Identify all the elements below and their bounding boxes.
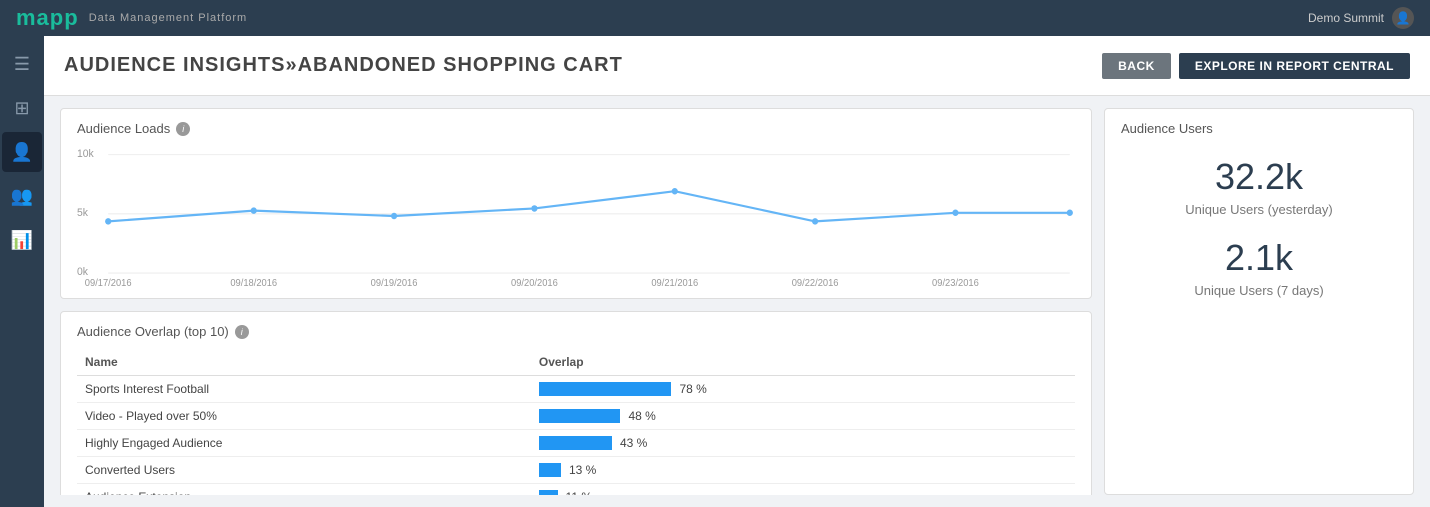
bar-fill xyxy=(539,436,612,450)
stat-block-yesterday: 32.2k Unique Users (yesterday) xyxy=(1121,156,1397,217)
page-title: AUDIENCE INSIGHTS»ABANDONED SHOPPING CAR… xyxy=(64,54,623,77)
platform-title: Data Management Platform xyxy=(89,12,248,24)
bar-label: 11 % xyxy=(566,490,592,495)
svg-text:0k: 0k xyxy=(77,266,89,278)
sidebar-item-menu[interactable]: ☰ xyxy=(2,44,42,84)
overlap-table: Name Overlap Sports Interest Football 78 … xyxy=(77,349,1075,495)
svg-text:09/18/2016: 09/18/2016 xyxy=(230,278,277,286)
overlap-row-bar: 13 % xyxy=(531,457,1075,484)
svg-text:5k: 5k xyxy=(77,207,89,219)
table-row: Sports Interest Football 78 % xyxy=(77,376,1075,403)
sidebar-item-reports[interactable]: 📊 xyxy=(2,220,42,260)
audience-loads-label: Audience Loads xyxy=(77,121,170,136)
bar-label: 48 % xyxy=(628,409,655,423)
overlap-row-bar: 78 % xyxy=(531,376,1075,403)
sidebar: ☰ ⊞ 👤 👥 📊 xyxy=(0,36,44,507)
audience-overlap-title: Audience Overlap (top 10) i xyxy=(77,324,1075,339)
stat-block-7days: 2.1k Unique Users (7 days) xyxy=(1121,237,1397,298)
main-content: AUDIENCE INSIGHTS»ABANDONED SHOPPING CAR… xyxy=(44,36,1430,507)
svg-text:09/22/2016: 09/22/2016 xyxy=(792,278,839,286)
overlap-row-name: Sports Interest Football xyxy=(77,376,531,403)
audience-loads-title: Audience Loads i xyxy=(77,121,1075,136)
bar-fill xyxy=(539,490,558,495)
loads-chart: 10k 5k 0k xyxy=(77,146,1075,286)
table-row: Video - Played over 50% 48 % xyxy=(77,403,1075,430)
svg-text:09/20/2016: 09/20/2016 xyxy=(511,278,558,286)
stat-number-yesterday: 32.2k xyxy=(1121,156,1397,198)
svg-text:09/21/2016: 09/21/2016 xyxy=(651,278,698,286)
user-icon[interactable]: 👤 xyxy=(1392,7,1414,29)
overlap-row-name: Audience Extension xyxy=(77,484,531,496)
bar-fill xyxy=(539,382,672,396)
info-icon-overlap[interactable]: i xyxy=(235,325,249,339)
overlap-row-bar: 11 % xyxy=(531,484,1075,496)
audience-overlap-card: Audience Overlap (top 10) i Name Overlap… xyxy=(60,311,1092,495)
logo: mapp xyxy=(16,5,79,31)
page-header: AUDIENCE INSIGHTS»ABANDONED SHOPPING CAR… xyxy=(44,36,1430,96)
stat-label-7days: Unique Users (7 days) xyxy=(1121,283,1397,298)
chart-container: 10k 5k 0k xyxy=(77,146,1075,286)
svg-text:09/19/2016: 09/19/2016 xyxy=(371,278,418,286)
audience-loads-card: Audience Loads i 10k 5k 0k xyxy=(60,108,1092,299)
overlap-row-name: Highly Engaged Audience xyxy=(77,430,531,457)
overlap-row-bar: 48 % xyxy=(531,403,1075,430)
table-row: Converted Users 13 % xyxy=(77,457,1075,484)
right-panel: Audience Users 32.2k Unique Users (yeste… xyxy=(1104,108,1414,495)
stat-label-yesterday: Unique Users (yesterday) xyxy=(1121,202,1397,217)
bar-label: 78 % xyxy=(679,382,706,396)
content-area: Audience Loads i 10k 5k 0k xyxy=(44,96,1430,507)
bar-label: 43 % xyxy=(620,436,647,450)
col-header-name: Name xyxy=(77,349,531,376)
bar-fill xyxy=(539,409,621,423)
svg-text:09/17/2016: 09/17/2016 xyxy=(85,278,132,286)
sidebar-item-audience[interactable]: 👤 xyxy=(2,132,42,172)
explore-button[interactable]: EXPLORE IN REPORT CENTRAL xyxy=(1179,53,1410,79)
overlap-row-name: Video - Played over 50% xyxy=(77,403,531,430)
topbar-right: Demo Summit 👤 xyxy=(1308,7,1414,29)
table-row: Highly Engaged Audience 43 % xyxy=(77,430,1075,457)
audience-overlap-label: Audience Overlap (top 10) xyxy=(77,324,229,339)
info-icon-loads[interactable]: i xyxy=(176,122,190,136)
overlap-row-bar: 43 % xyxy=(531,430,1075,457)
audience-users-card: Audience Users 32.2k Unique Users (yeste… xyxy=(1104,108,1414,495)
bar-label: 13 % xyxy=(569,463,596,477)
topbar: mapp Data Management Platform Demo Summi… xyxy=(0,0,1430,36)
back-button[interactable]: BACK xyxy=(1102,53,1171,79)
audience-users-title: Audience Users xyxy=(1121,121,1397,136)
col-header-overlap: Overlap xyxy=(531,349,1075,376)
sidebar-item-group[interactable]: 👥 xyxy=(2,176,42,216)
username: Demo Summit xyxy=(1308,11,1384,25)
overlap-row-name: Converted Users xyxy=(77,457,531,484)
topbar-left: mapp Data Management Platform xyxy=(16,5,247,31)
bar-fill xyxy=(539,463,561,477)
header-buttons: BACK EXPLORE IN REPORT CENTRAL xyxy=(1102,53,1410,79)
app-layout: ☰ ⊞ 👤 👥 📊 AUDIENCE INSIGHTS»ABANDONED SH… xyxy=(0,36,1430,507)
stat-number-7days: 2.1k xyxy=(1121,237,1397,279)
svg-text:09/23/2016: 09/23/2016 xyxy=(932,278,979,286)
svg-text:10k: 10k xyxy=(77,148,94,160)
table-row: Audience Extension 11 % xyxy=(77,484,1075,496)
left-panel: Audience Loads i 10k 5k 0k xyxy=(60,108,1092,495)
sidebar-item-dashboard[interactable]: ⊞ xyxy=(2,88,42,128)
